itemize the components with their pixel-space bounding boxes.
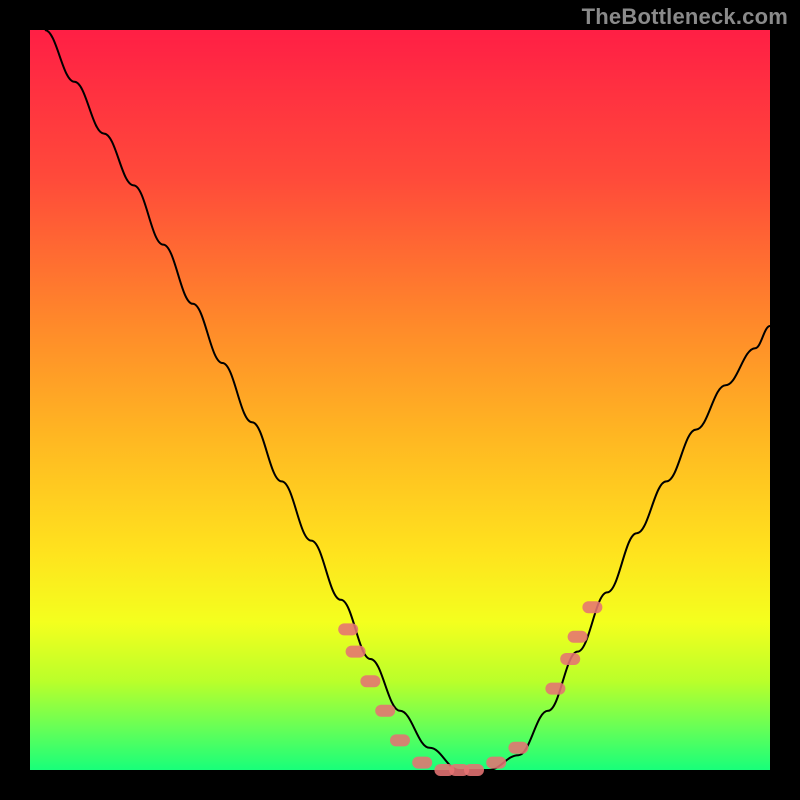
curve-marker [545,683,565,695]
plot-background [30,30,770,770]
curve-marker [582,601,602,613]
curve-marker [375,705,395,717]
chart-frame: TheBottleneck.com [0,0,800,800]
watermark-text: TheBottleneck.com [582,4,788,30]
curve-marker [508,742,528,754]
curve-marker [338,623,358,635]
curve-marker [464,764,484,776]
curve-marker [568,631,588,643]
curve-marker [390,734,410,746]
curve-marker [346,646,366,658]
curve-marker [360,675,380,687]
curve-marker [412,757,432,769]
curve-marker [560,653,580,665]
bottleneck-chart [0,0,800,800]
curve-marker [486,757,506,769]
